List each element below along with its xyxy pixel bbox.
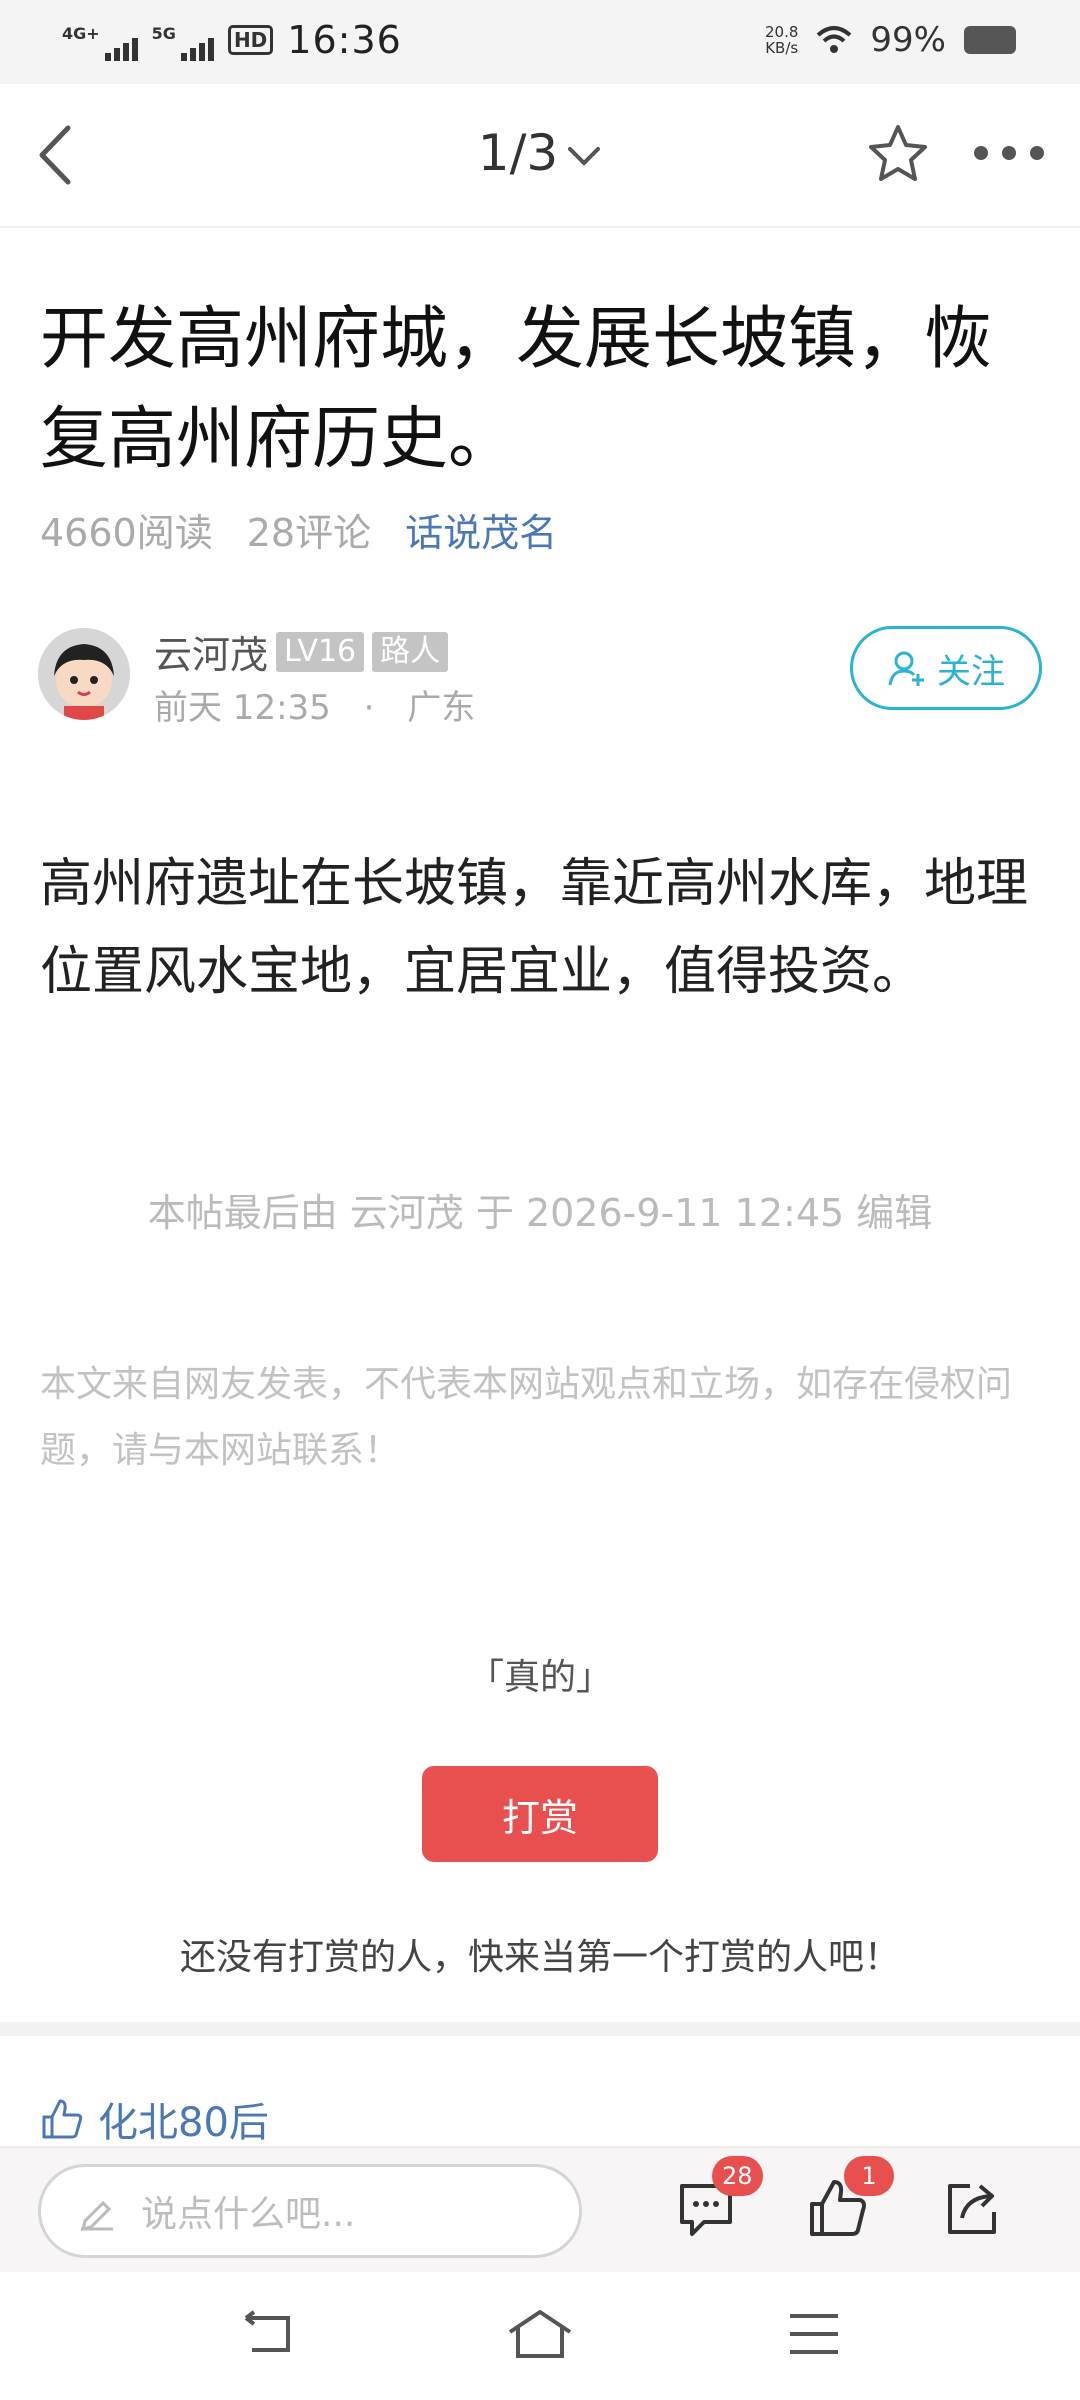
avatar[interactable]	[38, 628, 130, 720]
post-meta: 4660阅读 28评论 话说茂名	[40, 502, 557, 557]
comments-button[interactable]: 28	[674, 2156, 763, 2246]
page-indicator: 1/3	[477, 124, 559, 182]
liked-by-user[interactable]: 化北80后	[98, 2090, 269, 2148]
section-divider	[0, 2022, 1080, 2036]
comment-input[interactable]: 说点什么吧...	[38, 2164, 582, 2258]
disclaimer: 本文来自网友发表，不代表本网站观点和立场，如存在侵权问题，请与本网站联系！	[40, 1364, 1013, 1471]
post-location: 广东	[407, 688, 476, 728]
author-row: 云河茂 LV16 路人	[154, 624, 449, 679]
share-button[interactable]	[940, 2176, 1010, 2246]
separator: ·	[363, 688, 375, 728]
liked-by-row: 化北80后	[40, 2090, 269, 2148]
read-count: 4660阅读	[40, 511, 213, 555]
network-type-1: 4G+	[62, 24, 100, 43]
status-bar: 4G+ 5G HD 16:36 20.8 KB/s 99%	[0, 0, 1080, 84]
more-options-icon[interactable]	[974, 146, 1044, 160]
battery-percent: 99%	[870, 20, 946, 60]
wifi-icon	[817, 26, 852, 53]
bottom-action-bar: 说点什么吧... 28 1	[0, 2146, 1080, 2272]
comment-count-badge: 28	[712, 2156, 763, 2196]
post-time: 前天 12:35	[154, 688, 331, 728]
clock: 16:36	[287, 18, 402, 62]
favorite-star-icon[interactable]	[866, 122, 930, 186]
reward-button[interactable]: 打赏	[422, 1766, 658, 1862]
hd-voice-icon: HD	[227, 25, 274, 55]
network-type-2: 5G	[151, 24, 176, 43]
signal-bars-icon	[180, 38, 214, 61]
rank-badge: 路人	[372, 631, 449, 672]
status-left: 4G+ 5G HD 16:36	[62, 18, 402, 62]
speed-unit: KB/s	[765, 39, 799, 57]
level-badge: LV16	[276, 631, 365, 672]
reward-note: 还没有打赏的人，快来当第一个打赏的人吧！	[179, 1937, 900, 1978]
network-speed: 20.8 KB/s	[765, 24, 798, 56]
chevron-down-icon	[568, 146, 601, 166]
add-user-icon	[888, 651, 924, 686]
battery-icon	[964, 26, 1016, 54]
speed-value: 20.8	[765, 23, 799, 41]
edit-note: 本帖最后由 云河茂 于 2026-9-11 12:45 编辑	[147, 1191, 933, 1235]
menu-nav-icon[interactable]	[786, 2308, 842, 2360]
cartoon-avatar-icon	[38, 628, 130, 720]
signal-4g: 4G+	[62, 19, 138, 61]
signal-bars-icon	[104, 38, 138, 61]
status-right: 20.8 KB/s 99%	[765, 20, 1016, 60]
post-time-location: 前天 12:35 · 广东	[154, 680, 475, 729]
comment-count: 28评论	[246, 511, 372, 555]
top-navigation: 1/3	[0, 84, 1080, 228]
follow-button[interactable]: 关注	[850, 626, 1042, 710]
follow-label: 关注	[937, 651, 1005, 692]
quote-text: 「真的」	[467, 1657, 612, 1698]
comment-placeholder: 说点什么吧...	[141, 2194, 356, 2235]
post-title: 开发高州府城，发展长坡镇，恢复高州府历史。	[40, 300, 993, 479]
thumbs-up-icon	[42, 2099, 83, 2139]
like-count-badge: 1	[844, 2156, 894, 2196]
share-icon	[948, 2184, 996, 2234]
system-navigation-bar	[0, 2272, 1080, 2400]
post-body: 高州府遗址在长坡镇，靠近高州水库，地理位置风水宝地，宜居宜业，值得投资。	[40, 854, 1029, 1002]
signal-5g: 5G	[152, 19, 214, 61]
home-nav-icon[interactable]	[504, 2308, 576, 2360]
like-button[interactable]: 1	[806, 2156, 894, 2246]
back-nav-icon[interactable]	[240, 2308, 296, 2360]
author-name[interactable]: 云河茂	[154, 624, 268, 679]
pencil-icon	[80, 2200, 113, 2231]
author-block: 云河茂 LV16 路人 前天 12:35 · 广东 关注	[38, 624, 1042, 734]
forum-link[interactable]: 话说茂名	[405, 502, 557, 557]
